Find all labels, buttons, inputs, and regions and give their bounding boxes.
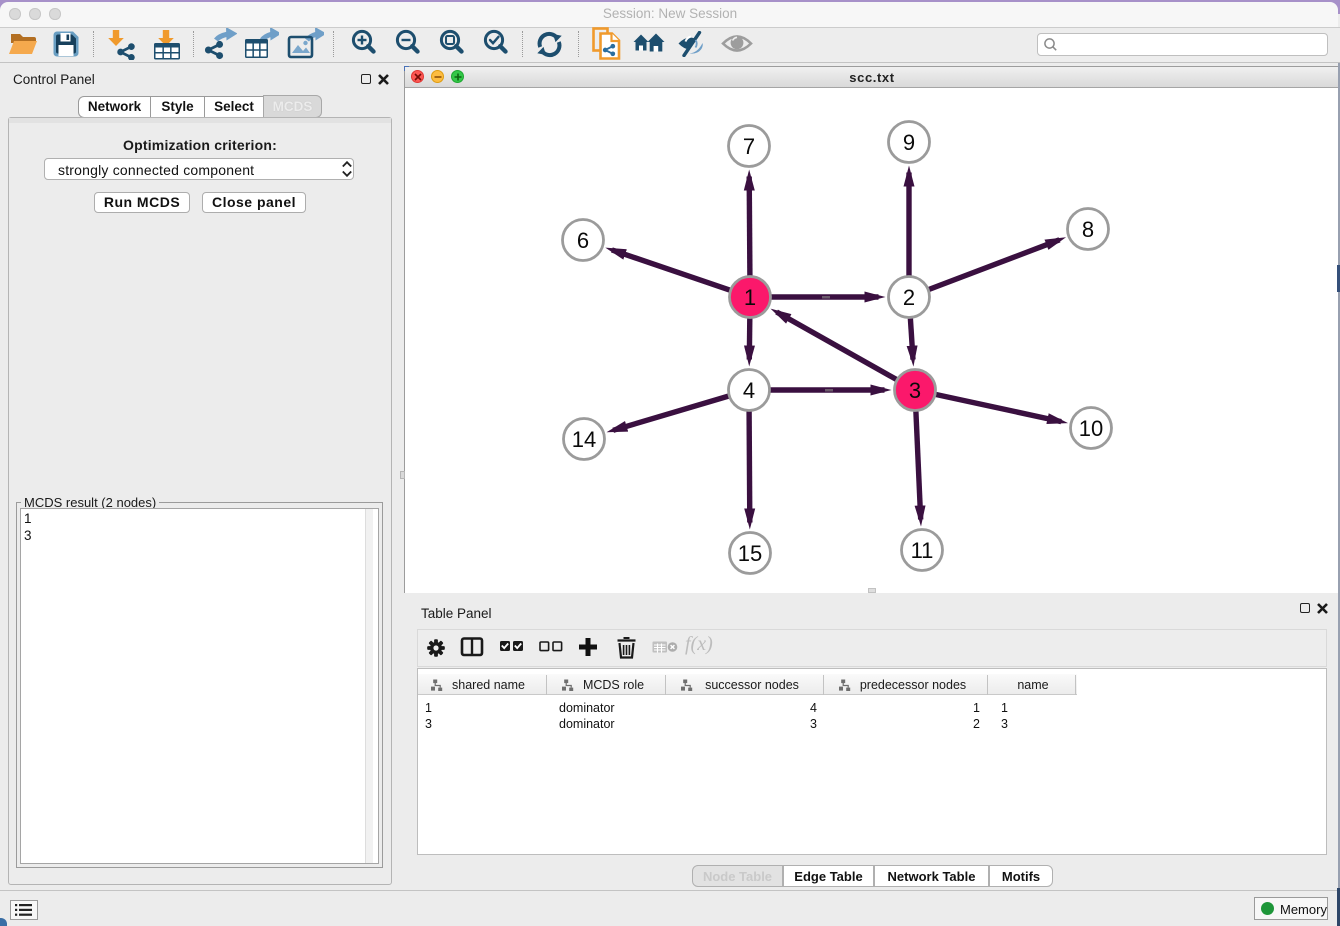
svg-text:3: 3 xyxy=(909,378,921,403)
svg-text:6: 6 xyxy=(577,228,589,253)
svg-text:9: 9 xyxy=(903,130,915,155)
svg-text:15: 15 xyxy=(738,541,762,566)
svg-text:8: 8 xyxy=(1082,217,1094,242)
svg-text:1: 1 xyxy=(744,285,756,310)
svg-text:7: 7 xyxy=(743,134,755,159)
svg-text:2: 2 xyxy=(903,285,915,310)
svg-text:4: 4 xyxy=(743,378,755,403)
svg-text:14: 14 xyxy=(572,427,596,452)
svg-text:10: 10 xyxy=(1079,416,1103,441)
svg-text:11: 11 xyxy=(911,538,934,563)
